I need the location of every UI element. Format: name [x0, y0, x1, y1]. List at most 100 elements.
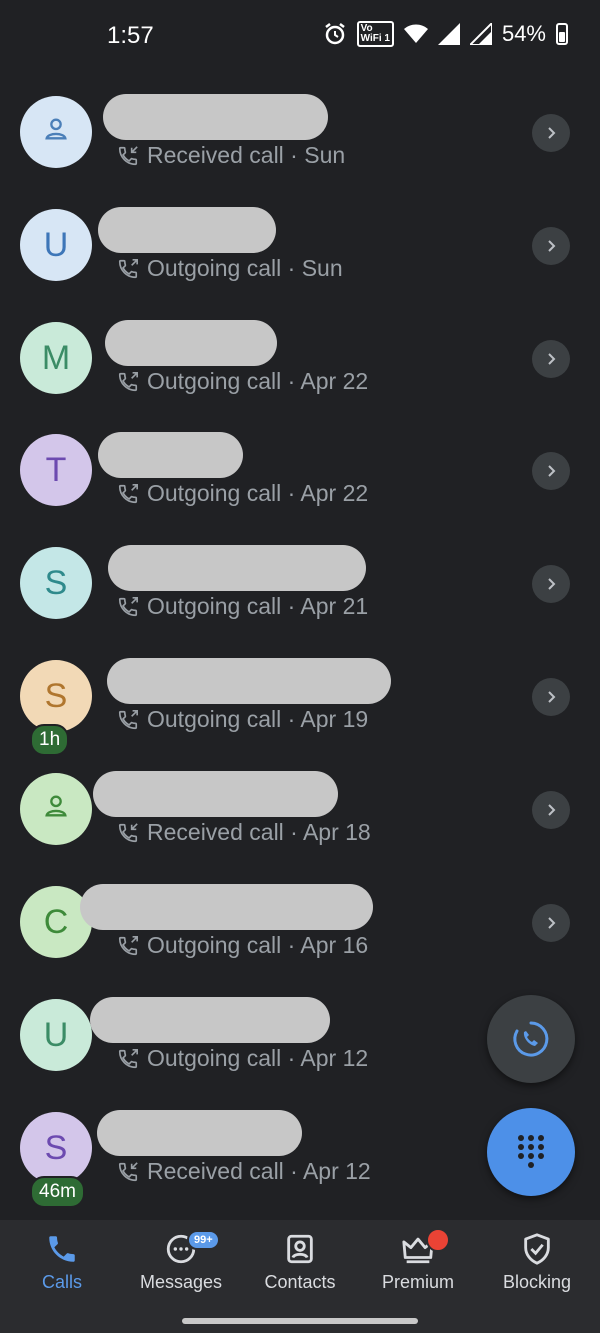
outgoing-call-icon [118, 258, 138, 278]
call-details-button[interactable] [532, 565, 570, 603]
call-details-button[interactable] [532, 227, 570, 265]
call-meta: Outgoing call · Apr 16 [117, 932, 368, 959]
redacted-contact-name [80, 884, 373, 930]
person-icon [42, 790, 70, 829]
avatar-initial: C [43, 902, 69, 941]
messages-count-badge: 99+ [187, 1230, 220, 1250]
avatar-initial: U [43, 225, 69, 264]
call-label: Outgoing call · Apr 12 [147, 1045, 369, 1071]
call-label: Outgoing call · Apr 21 [147, 593, 369, 619]
nav-messages-label: Messages [139, 1272, 223, 1292]
nav-calls[interactable]: Calls [2, 1232, 122, 1293]
phone-icon [49, 1236, 75, 1262]
dialpad-icon [518, 1135, 544, 1168]
avatar[interactable]: S [20, 1112, 92, 1184]
chevron-right-icon [548, 578, 556, 590]
chevron-right-icon [548, 127, 556, 139]
redacted-contact-name [90, 997, 330, 1043]
avatar-initial: T [45, 450, 67, 489]
nav-blocking-label: Blocking [502, 1272, 572, 1292]
call-assistant-icon [513, 1021, 549, 1057]
status-bar: 1:57 Vo WiFi 1 54% [0, 0, 600, 72]
received-call-icon [118, 145, 138, 165]
redacted-contact-name [97, 1110, 302, 1156]
call-log-row[interactable]: T Outgoing call · Apr 22 [0, 413, 600, 526]
avatar[interactable]: T [20, 434, 92, 506]
chevron-right-icon [548, 465, 556, 477]
call-log-row[interactable]: Received call · Apr 18 [0, 752, 600, 865]
nav-premium[interactable]: Premium [358, 1228, 478, 1293]
avatar-initial: S [44, 676, 68, 715]
avatar[interactable]: U [20, 999, 92, 1071]
call-label: Outgoing call · Sun [147, 255, 343, 281]
avatar[interactable] [20, 773, 92, 845]
outgoing-call-icon [118, 935, 138, 955]
call-meta: Outgoing call · Apr 21 [117, 593, 368, 620]
call-log-row[interactable]: S 1h Outgoing call · Apr 19 [0, 639, 600, 756]
dialpad-button[interactable] [487, 1108, 575, 1196]
call-details-button[interactable] [532, 904, 570, 942]
call-meta: Outgoing call · Apr 12 [117, 1045, 368, 1072]
status-time: 1:57 [107, 22, 154, 49]
call-log-row[interactable]: Received call · Sun [0, 75, 600, 188]
call-log-row[interactable]: C Outgoing call · Apr 16 [0, 865, 600, 978]
nav-calls-label: Calls [41, 1272, 82, 1292]
bottom-navigation: Calls 99+ Messages Contacts Premium Bloc… [0, 1220, 600, 1333]
received-call-icon [118, 822, 138, 842]
nav-messages[interactable]: 99+ Messages [121, 1230, 241, 1293]
call-meta: Received call · Sun [117, 142, 345, 169]
avatar-initial: S [44, 1128, 68, 1167]
call-log-row[interactable]: S Outgoing call · Apr 21 [0, 526, 600, 639]
chevron-right-icon [548, 691, 556, 703]
call-details-button[interactable] [532, 340, 570, 378]
avatar[interactable]: M [20, 322, 92, 394]
battery-icon [556, 23, 568, 45]
avatar[interactable]: S [20, 660, 92, 732]
call-label: Received call · Sun [147, 142, 346, 168]
premium-notification-dot [426, 1228, 450, 1252]
call-label: Outgoing call · Apr 16 [147, 932, 369, 958]
shield-check-icon [524, 1233, 550, 1265]
received-call-icon [118, 1161, 138, 1181]
avatar[interactable] [20, 96, 92, 168]
chevron-right-icon [548, 240, 556, 252]
redacted-contact-name [98, 432, 243, 478]
call-meta: Outgoing call · Apr 22 [117, 480, 368, 507]
chevron-right-icon [548, 917, 556, 929]
nav-premium-label: Premium [381, 1272, 454, 1292]
chevron-right-icon [548, 804, 556, 816]
duration-badge: 46m [30, 1176, 85, 1208]
call-label: Received call · Apr 12 [147, 1158, 371, 1184]
call-details-button[interactable] [532, 678, 570, 716]
avatar[interactable]: U [20, 209, 92, 281]
call-assistant-button[interactable] [487, 995, 575, 1083]
call-meta: Outgoing call · Apr 22 [117, 368, 368, 395]
signal-2-icon [469, 23, 492, 45]
avatar[interactable]: S [20, 547, 92, 619]
call-log-row[interactable]: M Outgoing call · Apr 22 [0, 301, 600, 414]
nav-blocking[interactable]: Blocking [477, 1232, 597, 1293]
call-meta: Outgoing call · Sun [117, 255, 343, 282]
call-label: Outgoing call · Apr 19 [147, 706, 369, 732]
outgoing-call-icon [118, 709, 138, 729]
redacted-contact-name [107, 658, 391, 704]
call-details-button[interactable] [532, 791, 570, 829]
redacted-contact-name [103, 94, 328, 140]
nav-contacts[interactable]: Contacts [240, 1232, 360, 1293]
home-indicator[interactable] [182, 1318, 418, 1324]
call-meta: Outgoing call · Apr 19 [117, 706, 368, 733]
contact-card-icon [287, 1234, 313, 1264]
outgoing-call-icon [118, 483, 138, 503]
redacted-contact-name [93, 771, 338, 817]
call-log-row[interactable]: U Outgoing call · Sun [0, 188, 600, 301]
outgoing-call-icon [118, 1048, 138, 1068]
redacted-contact-name [108, 545, 366, 591]
redacted-contact-name [98, 207, 276, 253]
redacted-contact-name [105, 320, 277, 366]
battery-percent: 54% [501, 21, 546, 46]
call-details-button[interactable] [532, 114, 570, 152]
call-details-button[interactable] [532, 452, 570, 490]
chevron-right-icon [548, 353, 556, 365]
outgoing-call-icon [118, 371, 138, 391]
avatar-initial: M [41, 338, 71, 377]
